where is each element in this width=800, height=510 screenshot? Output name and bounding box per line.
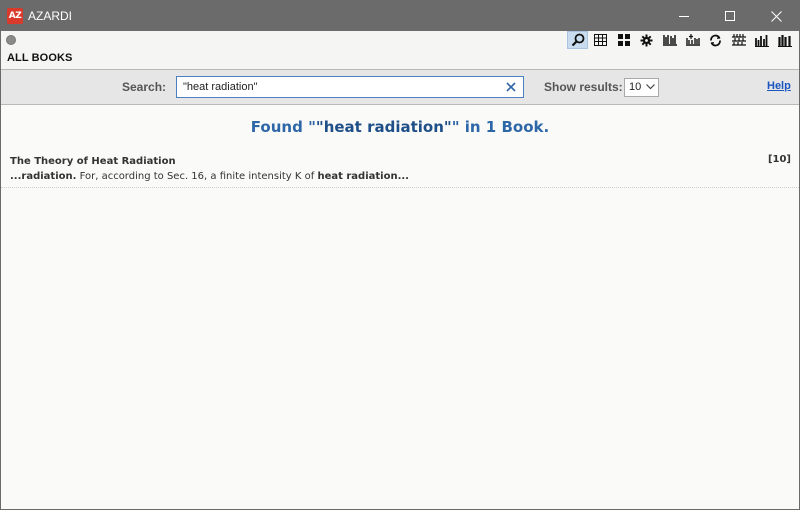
snippet-tail: heat radiation... xyxy=(317,171,409,182)
show-results-label: Show results: xyxy=(544,80,623,94)
app-logo-icon: AZ xyxy=(7,8,23,24)
result-hit-count: [10] xyxy=(767,154,791,165)
found-query: ""heat radiation"" xyxy=(308,118,459,136)
results-count-select[interactable]: 10 xyxy=(624,78,659,97)
grid-view-button[interactable] xyxy=(590,31,611,49)
chevron-down-icon xyxy=(646,84,655,90)
library-list-button[interactable] xyxy=(728,31,749,49)
clear-search-icon[interactable] xyxy=(505,81,517,93)
results-panel: Found ""heat radiation"" in 1 Book. The … xyxy=(1,105,799,509)
search-label: Search: xyxy=(122,80,167,94)
found-suffix: in 1 Book. xyxy=(459,118,550,136)
settings-gear-icon xyxy=(640,34,653,46)
result-snippet[interactable]: ...radiation. For, according to Sec. 16,… xyxy=(10,171,409,182)
tiles-view-icon xyxy=(617,34,630,46)
toolbar xyxy=(567,31,795,49)
search-button[interactable] xyxy=(567,31,588,49)
results-count-value: 10 xyxy=(629,81,642,93)
status-indicator xyxy=(6,35,16,45)
sync-icon xyxy=(710,34,721,46)
app-window: AZ AZARDI ALL BOOKS Search: "heat radiat… xyxy=(0,0,800,510)
snippet-lead: ...radiation. xyxy=(10,171,77,182)
window-title: AZARDI xyxy=(28,9,73,23)
library-books-button[interactable] xyxy=(774,31,795,49)
library-stats-button[interactable] xyxy=(751,31,772,49)
minimize-icon xyxy=(679,15,689,17)
library-books-icon xyxy=(777,34,792,47)
search-icon xyxy=(571,33,584,47)
search-bar: Search: Show results: 10 Help xyxy=(1,69,799,105)
found-query-open: " xyxy=(308,118,316,136)
maximize-icon xyxy=(725,11,735,21)
close-icon xyxy=(770,10,782,22)
sync-button[interactable] xyxy=(705,31,726,49)
result-book-title[interactable]: The Theory of Heat Radiation xyxy=(10,156,176,167)
found-query-close: " xyxy=(451,118,460,136)
maximize-button[interactable] xyxy=(707,1,753,31)
minimize-button[interactable] xyxy=(661,1,707,31)
settings-button[interactable] xyxy=(636,31,657,49)
results-summary: Found ""heat radiation"" in 1 Book. xyxy=(1,118,799,136)
page-title: ALL BOOKS xyxy=(7,52,73,64)
bookshelf-add-icon xyxy=(685,34,700,46)
title-bar[interactable]: AZ AZARDI xyxy=(1,1,799,31)
library-shelf-button[interactable] xyxy=(659,31,680,49)
search-input[interactable] xyxy=(177,77,497,97)
bookshelf-add-button[interactable] xyxy=(682,31,703,49)
close-button[interactable] xyxy=(753,1,799,31)
library-header: ALL BOOKS xyxy=(1,31,799,69)
help-link[interactable]: Help xyxy=(767,80,791,92)
search-field[interactable] xyxy=(176,76,524,98)
search-result-item[interactable]: The Theory of Heat Radiation [10] ...rad… xyxy=(1,154,799,188)
library-shelf-icon xyxy=(662,35,677,46)
found-query-term: "heat radiation" xyxy=(315,118,452,136)
grid-view-icon xyxy=(594,34,607,46)
tiles-view-button[interactable] xyxy=(613,31,634,49)
library-stats-icon xyxy=(754,34,769,47)
found-prefix: Found xyxy=(250,118,309,136)
library-list-icon xyxy=(731,34,746,46)
snippet-text: For, according to Sec. 16, a finite inte… xyxy=(76,171,318,182)
